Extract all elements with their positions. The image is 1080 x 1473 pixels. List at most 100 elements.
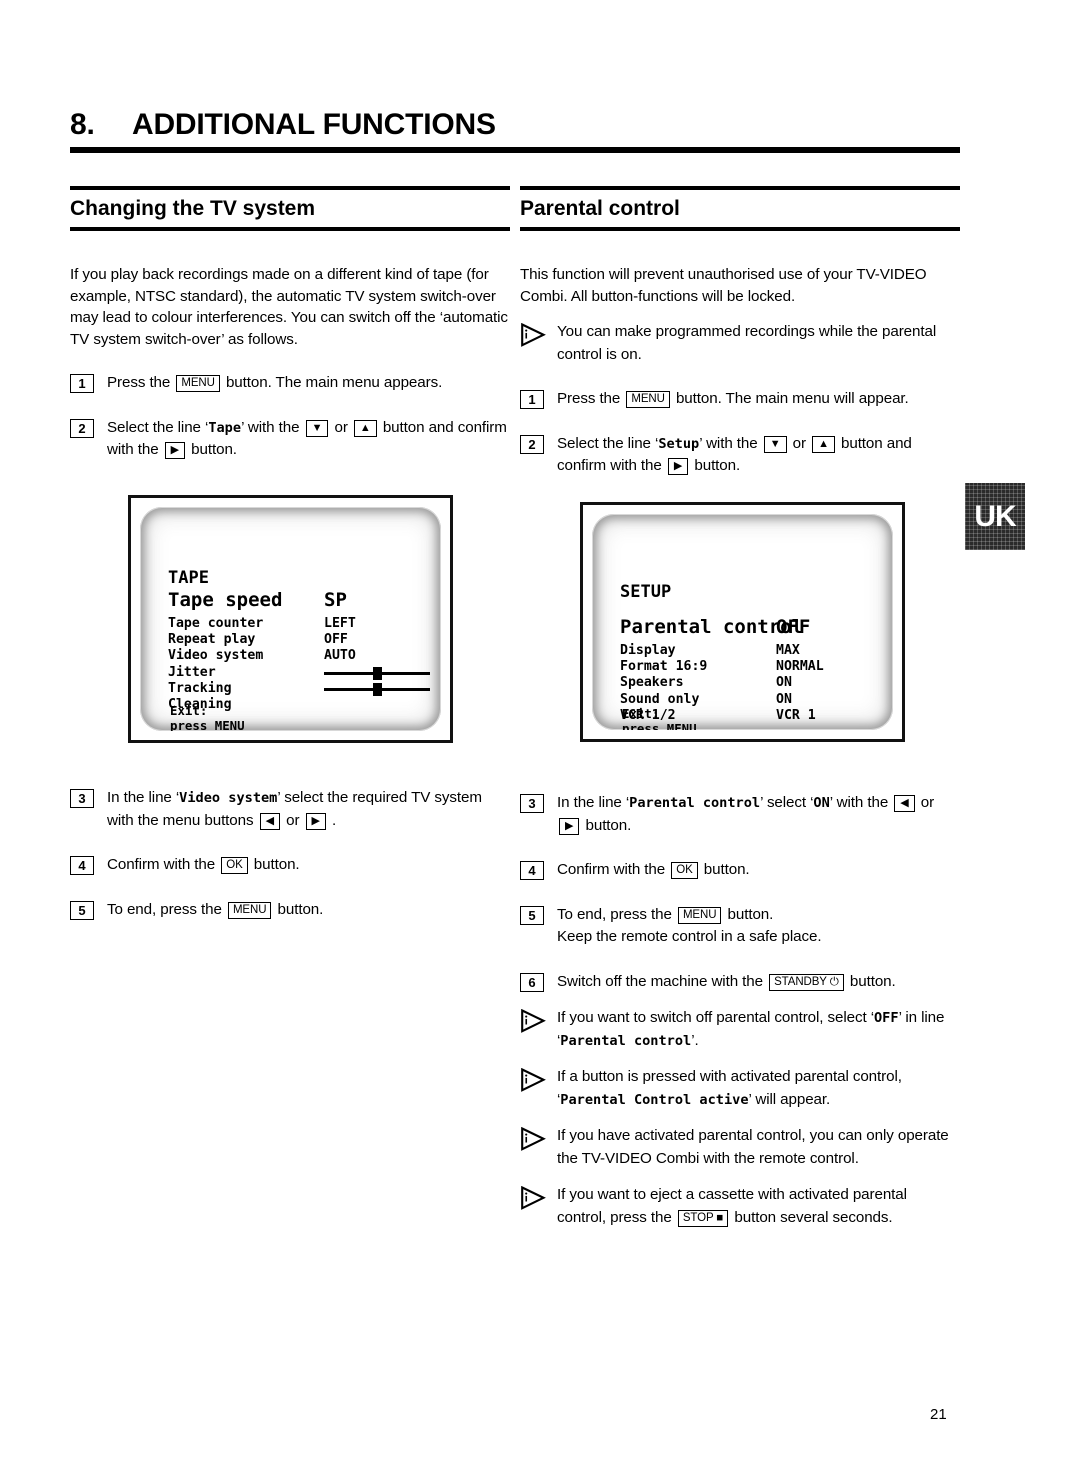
keycap-stop[interactable]: STOP ■ [677, 1209, 729, 1227]
note-item: If you want to switch off parental contr… [520, 1007, 960, 1052]
step-number: 1 [70, 374, 94, 393]
left-intro-paragraph: If you play back recordings made on a di… [70, 266, 508, 348]
inline-text: Press the [107, 374, 175, 391]
osd-tape-label-list: Tape counter Repeat play Video system Jitte… [168, 616, 263, 713]
keycap-menu[interactable]: MENU [227, 901, 272, 919]
keycap-menu[interactable]: MENU [626, 391, 670, 408]
keycap-[interactable]: ▲ [812, 435, 835, 453]
osd-setup-exit-line2: press MENU [622, 721, 697, 730]
right-column: Parental control This function will prev… [520, 186, 960, 478]
right-steps-group-b: 3 In the line ‘Parental control’ select ‘… [520, 792, 960, 993]
left-steps-group-b: 3 In the line ‘Video system’ select the r… [70, 787, 510, 921]
keycap-[interactable]: ▶ [164, 442, 186, 459]
osd-row-value: OFF [324, 632, 348, 648]
keycap-[interactable]: ▲ [353, 419, 377, 437]
step-text: Press the MENU button. The main menu wil… [557, 388, 960, 411]
inline-text: Keep the remote control in a safe place. [557, 928, 822, 945]
step-number: 1 [520, 390, 544, 409]
keycap-menu[interactable]: MENU [677, 906, 722, 924]
inline-text: button. [187, 441, 237, 458]
osd-row-value: MAX [776, 643, 800, 658]
inline-text: or [282, 811, 304, 829]
step-item: 3 In the line ‘Parental control’ select ‘… [520, 792, 960, 837]
step-text: Select the line ‘Setup’ with the ▼ or ▲ … [557, 433, 960, 478]
osd-setup-value-list: MAX NORMAL ON ON VCR 1 [776, 643, 824, 724]
osd-row-label: Repeat play [168, 632, 256, 648]
inline-text: ’ with the [241, 418, 304, 436]
left-column: Changing the TV system If you play back … [70, 186, 510, 462]
inline-text: In the line ‘ [557, 794, 630, 811]
keycap-menu[interactable]: MENU [176, 375, 220, 392]
osd-row-label: Speakers [620, 675, 684, 691]
keycap-ok[interactable]: OK [671, 862, 698, 879]
keycap-ok[interactable]: OK [221, 857, 248, 874]
step-number: 5 [70, 900, 94, 920]
inline-text: To end, press the [107, 900, 226, 918]
left-section-heading: Changing the TV system [70, 197, 316, 220]
info-triangle-icon [520, 323, 546, 347]
right-steps-group-a: 1 Press the MENU button. The main menu wi… [520, 388, 960, 478]
step-text: Press the MENU button. The main menu app… [107, 372, 510, 395]
menu-term: OFF [874, 1010, 899, 1026]
left-column-lower: 3 In the line ‘Video system’ select the r… [70, 765, 510, 921]
step-item: 2 Select the line ‘Setup’ with the ▼ or ▲… [520, 433, 960, 478]
keycap-[interactable]: ▶ [305, 812, 326, 830]
step-text: Switch off the machine with the STANDBY … [557, 971, 960, 994]
keycap-[interactable]: ▶ [667, 458, 689, 475]
inline-text: button. [845, 972, 896, 990]
step-number: 4 [70, 856, 94, 875]
keycap-standby[interactable]: STANDBY ⏻ [769, 973, 844, 991]
osd-row-label: Tape counter [168, 616, 264, 631]
info-triangle-icon [520, 1009, 546, 1033]
inline-text: To end, press the [557, 905, 676, 923]
osd-setup-exit-line1: Exit: [622, 706, 660, 721]
info-triangle-icon [520, 1127, 546, 1151]
tv-screen-tape-inner: TAPE Tape speed SP Tape counter Repeat pl… [140, 507, 441, 731]
step-number: 2 [520, 434, 544, 454]
note-item: If you want to eject a cassette with act… [520, 1184, 960, 1229]
inline-text: ’ will appear. [748, 1090, 831, 1108]
right-column-lower: 3 In the line ‘Parental control’ select ‘… [520, 770, 960, 1229]
osd-slider-knob [373, 682, 382, 696]
inline-text: button. [690, 457, 741, 474]
inline-text: button several seconds. [730, 1208, 893, 1226]
keycap-[interactable]: ◀ [259, 812, 280, 830]
keycap-[interactable]: ◀ [894, 795, 915, 812]
right-notes-group: If you want to switch off parental contr… [520, 1007, 960, 1229]
osd-row-label: Video system [168, 648, 264, 664]
right-intro-note: You can make programmed recordings while… [520, 321, 960, 366]
inline-text: ’ select ‘ [760, 794, 814, 811]
step-text: To end, press the MENU button. [107, 899, 510, 922]
chapter-header: 8. ADDITIONAL FUNCTIONS [70, 108, 960, 153]
right-heading-rule-bottom [520, 227, 960, 231]
inline-text: If you want to switch off parental contr… [557, 1009, 874, 1026]
chapter-rule [70, 147, 960, 153]
osd-tape-first-value: SP [324, 589, 347, 611]
left-heading-rule-bottom [70, 227, 510, 231]
language-tab-uk: UK [965, 483, 1025, 550]
inline-text: button. [581, 816, 632, 834]
keycap-[interactable]: ▼ [763, 435, 787, 453]
note-text: If you have activated parental control, … [557, 1125, 960, 1170]
inline-text: button. [273, 900, 324, 918]
step-number: 2 [70, 418, 94, 438]
osd-setup-title: SETUP [620, 582, 672, 602]
step-item: 1 Press the MENU button. The main menu ap… [70, 372, 510, 395]
step-text: Select the line ‘Tape’ with the ▼ or ▲ b… [107, 417, 510, 462]
step-text: In the line ‘Parental control’ select ‘O… [557, 792, 960, 837]
inline-text: or [916, 794, 935, 811]
step-text: To end, press the MENU button. Keep the r… [557, 904, 960, 949]
left-steps-group-a: 1 Press the MENU button. The main menu ap… [70, 372, 510, 462]
language-tab-label: UK [974, 499, 1016, 533]
menu-term: Parental Control active [560, 1091, 749, 1108]
inline-text: ’. [691, 1031, 699, 1049]
osd-setup-first-value: OFF [776, 616, 811, 638]
osd-row-label: Tracking [168, 680, 232, 696]
chapter-number: 8. [70, 108, 95, 141]
osd-row-value: ON [776, 691, 792, 707]
step-item: 3 In the line ‘Video system’ select the r… [70, 787, 510, 832]
keycap-[interactable]: ▶ [559, 817, 580, 835]
osd-row-label: Format 16:9 [620, 659, 708, 675]
inline-text: Select the line ‘ [557, 434, 659, 452]
keycap-[interactable]: ▼ [305, 419, 329, 437]
